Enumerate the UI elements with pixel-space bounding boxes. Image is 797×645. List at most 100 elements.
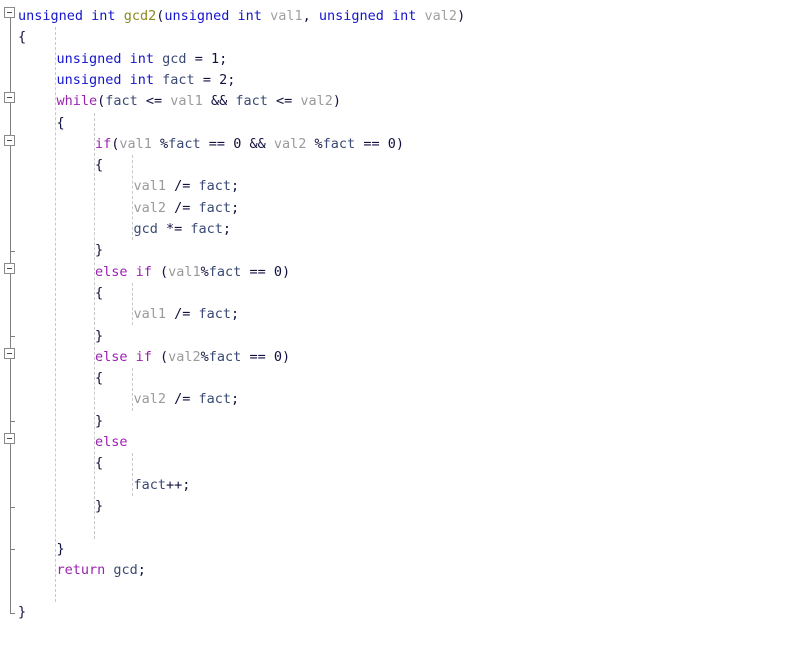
code-line[interactable]: }: [18, 602, 26, 623]
code-token: int: [392, 8, 417, 24]
code-token: =: [186, 50, 211, 67]
code-token: 2: [219, 71, 228, 88]
code-token: fact: [208, 348, 242, 365]
code-token: val1: [270, 8, 303, 24]
code-line[interactable]: val1 /= fact;: [133, 176, 239, 197]
code-token: =: [194, 71, 220, 88]
code-token: ): [281, 263, 291, 280]
code-token: ;: [227, 71, 236, 88]
code-token: val2: [273, 135, 307, 152]
code-token: ): [281, 348, 291, 365]
code-token: int: [129, 50, 155, 67]
code-token: val2: [133, 199, 166, 216]
code-token: if: [94, 135, 112, 152]
code-token: }: [94, 497, 104, 514]
code-line[interactable]: val2 /= fact;: [133, 198, 239, 219]
code-line[interactable]: {: [95, 283, 103, 304]
code-token: val1: [168, 263, 201, 280]
code-token: /=: [165, 178, 199, 195]
code-line[interactable]: gcd *= fact;: [133, 219, 231, 240]
code-token: ,: [302, 8, 319, 24]
code-line[interactable]: while(fact <= val1 && fact <= val2): [56, 91, 341, 112]
code-token: ): [332, 93, 342, 110]
code-line[interactable]: }: [95, 496, 103, 517]
code-line[interactable]: else if (val2%fact == 0): [95, 347, 290, 368]
code-token: unsigned: [56, 50, 122, 67]
code-token: ): [457, 8, 466, 24]
code-line[interactable]: val2 /= fact;: [133, 389, 239, 410]
code-line[interactable]: fact++;: [133, 475, 190, 496]
code-line[interactable]: val1 /= fact;: [133, 304, 239, 325]
code-token: fact: [198, 306, 231, 323]
code-token: fact: [235, 93, 268, 110]
code-token: ==: [241, 348, 274, 365]
code-token: &&: [210, 93, 228, 110]
code-token: <=: [137, 93, 171, 110]
code-line[interactable]: {: [56, 113, 64, 134]
code-line[interactable]: if(val1 %fact == 0 && val2 %fact == 0): [95, 134, 404, 155]
code-token: ;: [222, 221, 231, 237]
code-token: if: [135, 263, 152, 280]
code-token: return: [56, 561, 106, 578]
code-token: fact: [208, 263, 242, 280]
code-line[interactable]: else if (val1%fact == 0): [95, 262, 290, 283]
code-token: fact: [168, 135, 201, 152]
code-token: val2: [168, 348, 201, 365]
code-token: ;: [230, 199, 240, 216]
code-token: }: [94, 412, 104, 429]
code-editor[interactable]: unsigned int gcd 2 ( unsigned int val1, uns…: [0, 0, 797, 645]
code-line[interactable]: unsigned int gcd = 1;: [56, 49, 227, 70]
code-token: %: [160, 135, 169, 152]
code-token: ;: [137, 561, 146, 578]
code-line[interactable]: {: [95, 155, 103, 176]
code-token: ;: [230, 178, 240, 195]
code-line[interactable]: return gcd;: [56, 560, 145, 581]
code-token: {: [94, 455, 104, 472]
code-token: val1: [133, 306, 166, 323]
code-token: if: [135, 348, 152, 365]
code-token: <=: [267, 93, 301, 110]
code-line[interactable]: {: [95, 453, 103, 474]
code-line[interactable]: }: [95, 326, 103, 347]
code-token: val2: [133, 391, 166, 408]
code-token: ): [395, 135, 404, 152]
code-token: else: [94, 263, 128, 280]
code-token: val2: [300, 93, 333, 110]
code-line[interactable]: {: [95, 368, 103, 389]
code-token: fact: [133, 476, 166, 493]
code-token: fact: [190, 221, 223, 237]
code-token: int: [129, 71, 155, 88]
code-token: gcd: [113, 561, 138, 578]
code-line[interactable]: }: [56, 539, 64, 560]
code-content[interactable]: unsigned int gcd 2 ( unsigned int val1, uns…: [0, 0, 797, 645]
code-line[interactable]: }: [95, 411, 103, 432]
code-token: {: [18, 29, 27, 46]
code-line[interactable]: {: [18, 27, 26, 48]
code-token: fact: [198, 391, 231, 408]
code-line[interactable]: unsigned int fact = 2;: [56, 70, 235, 91]
code-token: val1: [119, 135, 152, 152]
code-line[interactable]: }: [95, 240, 103, 261]
code-token: (: [151, 263, 169, 280]
code-token: gcd: [133, 221, 158, 237]
code-token: unsigned: [164, 8, 230, 24]
code-token: unsigned: [18, 8, 84, 24]
code-token: %: [200, 263, 209, 280]
code-token: %: [314, 135, 323, 152]
code-line[interactable]: unsigned int gcd2(unsigned int val1, uns…: [18, 6, 465, 27]
code-token: *=: [157, 221, 191, 237]
code-line[interactable]: else: [95, 432, 128, 453]
code-token: ==: [355, 135, 388, 152]
